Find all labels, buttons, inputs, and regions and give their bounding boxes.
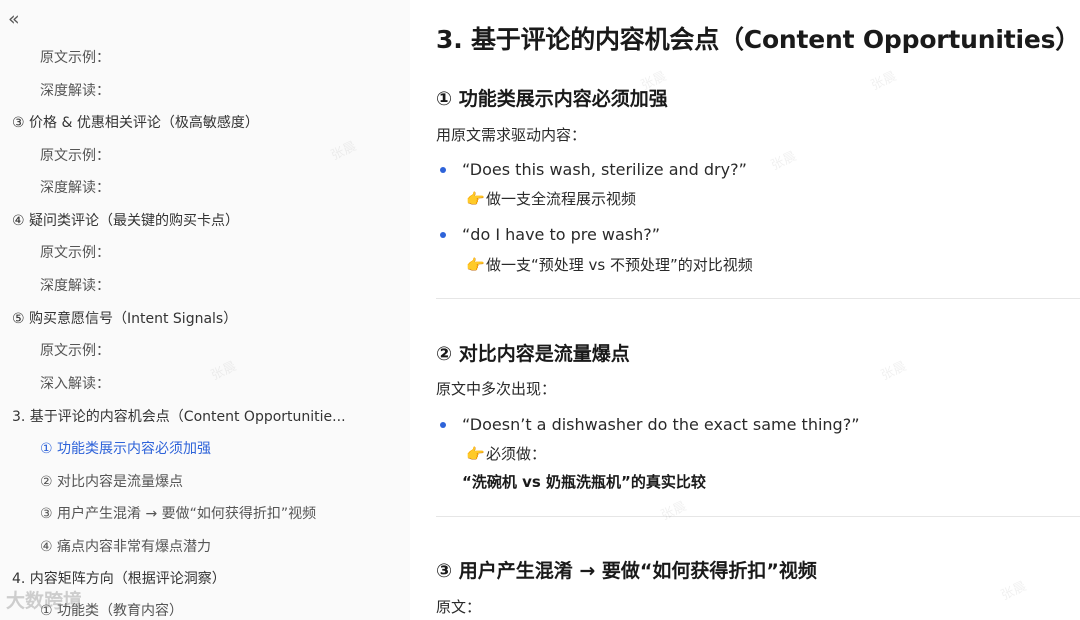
toc-item-active[interactable]: ① 功能类展示内容必须加强 bbox=[40, 438, 211, 460]
toc-item[interactable]: 原文示例： bbox=[40, 340, 110, 362]
subsection-heading: ③ 用户产生混淆 → 要做“如何获得折扣”视频 bbox=[436, 560, 817, 582]
quote-text: “Doesn’t a dishwasher do the exact same … bbox=[462, 415, 860, 434]
paragraph: 用原文需求驱动内容： bbox=[436, 126, 587, 144]
toc-item[interactable]: 深度解读： bbox=[40, 177, 110, 199]
toc-item[interactable]: 原文示例： bbox=[40, 242, 110, 264]
logo-watermark: 大数跨境 bbox=[6, 590, 83, 612]
pointing-hand-icon: 👉 bbox=[466, 190, 485, 208]
paragraph: 原文： bbox=[436, 598, 482, 616]
divider bbox=[436, 516, 1080, 517]
paragraph: 原文中多次出现： bbox=[436, 380, 557, 398]
toc-item[interactable]: 深度解读： bbox=[40, 275, 110, 297]
bullet-dot bbox=[440, 422, 446, 428]
divider bbox=[436, 298, 1080, 299]
subsection-heading: ① 功能类展示内容必须加强 bbox=[436, 88, 668, 110]
toc-item[interactable]: ③ 价格 & 优惠相关评论（极高敏感度） bbox=[12, 112, 259, 134]
section-title: 3. 基于评论的内容机会点（Content Opportunities） bbox=[436, 25, 1080, 54]
toc-sidebar: « 原文示例： 深度解读： ③ 价格 & 优惠相关评论（极高敏感度） 原文示例：… bbox=[0, 0, 410, 620]
quote-text: “Does this wash, sterilize and dry?” bbox=[462, 160, 747, 179]
toc-item[interactable]: ⑤ 购买意愿信号（Intent Signals） bbox=[12, 308, 237, 330]
toc-item[interactable]: ④ 疑问类评论（最关键的购买卡点） bbox=[12, 210, 239, 232]
toc-item[interactable]: ② 对比内容是流量爆点 bbox=[40, 471, 183, 493]
pointing-hand-icon: 👉 bbox=[466, 256, 485, 274]
quote-text: “do I have to pre wash?” bbox=[462, 225, 661, 244]
toc-item[interactable]: 3. 基于评论的内容机会点（Content Opportunitie... bbox=[12, 406, 346, 428]
toc-item[interactable]: ④ 痛点内容非常有爆点潜力 bbox=[40, 536, 211, 558]
toc-item[interactable]: 深入解读： bbox=[40, 373, 110, 395]
toc-item[interactable]: 深度解读： bbox=[40, 80, 110, 102]
toc-item[interactable]: 原文示例： bbox=[40, 145, 110, 167]
action-note: 👉做一支全流程展示视频 bbox=[466, 190, 637, 208]
toc-item[interactable]: 原文示例： bbox=[40, 47, 110, 69]
action-note: 👉必须做： bbox=[466, 445, 547, 463]
document-content: 3. 基于评论的内容机会点（Content Opportunities） ① 功… bbox=[410, 0, 1080, 620]
pointing-hand-icon: 👉 bbox=[466, 445, 485, 463]
toc-item[interactable]: ③ 用户产生混淆 → 要做“如何获得折扣”视频 bbox=[40, 503, 316, 525]
comparison-title: “洗碗机 vs 奶瓶洗瓶机”的真实比较 bbox=[462, 473, 706, 491]
collapse-sidebar-icon[interactable]: « bbox=[8, 8, 30, 30]
bullet-dot bbox=[440, 232, 446, 238]
action-note: 👉做一支“预处理 vs 不预处理”的对比视频 bbox=[466, 256, 753, 274]
subsection-heading: ② 对比内容是流量爆点 bbox=[436, 343, 630, 365]
bullet-dot bbox=[440, 167, 446, 173]
